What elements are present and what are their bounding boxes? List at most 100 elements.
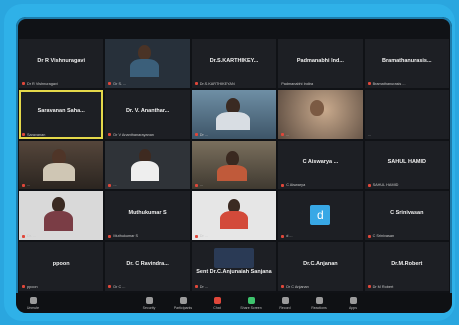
participant-subtitle: ...	[194, 183, 203, 187]
participant-subtitle: ...	[22, 183, 30, 187]
participant-video	[105, 140, 190, 190]
participant-name: Dr. C Ravindra...	[126, 260, 169, 267]
participant-tile[interactable]: Dr S. ...	[105, 39, 190, 88]
participant-tile[interactable]: ...	[278, 89, 363, 139]
participant-tile[interactable]: Bramathanurasis... Bramathanurasis ...	[364, 39, 449, 88]
participant-grid: Dr R Vishnuragavi Dr R Vishnuragavi Dr S…	[19, 39, 449, 291]
participant-subtitle: Dr C ...	[108, 285, 125, 289]
mic-muted-icon	[281, 234, 285, 238]
participant-tile[interactable]: C Srinivasan C Srinivasan	[364, 191, 449, 241]
participant-video	[191, 191, 277, 241]
mic-muted-icon	[108, 133, 112, 137]
mic-muted-icon	[108, 234, 112, 238]
participant-subtitle: C Aiswarya	[281, 183, 305, 187]
mic-muted-icon	[281, 133, 285, 137]
participant-video	[191, 89, 277, 139]
shield-icon	[145, 296, 153, 304]
participant-video	[19, 191, 104, 241]
participant-subtitle: ...	[281, 133, 289, 137]
mic-muted-icon	[194, 82, 198, 86]
participant-tile[interactable]: Muthukumar S Muthukumar S	[105, 191, 190, 241]
mic-muted-icon	[108, 183, 112, 187]
participant-tile[interactable]: Sent Dr.C.Anjunaiah Sanjana Dr ...	[191, 242, 277, 291]
mic-muted-icon	[194, 285, 198, 289]
mic-muted-icon	[194, 133, 198, 137]
participant-subtitle: ...	[108, 183, 117, 187]
participant-subtitle: d ...	[281, 234, 293, 238]
mic-muted-icon	[194, 234, 198, 238]
participant-subtitle: Saravanan	[22, 133, 45, 137]
participant-subtitle: Dr ...	[194, 133, 208, 137]
participant-name: Muthukumar S	[128, 209, 167, 216]
participant-tile[interactable]: Dr R Vishnuragavi Dr R Vishnuragavi	[19, 39, 104, 88]
picture-in-picture-thumb	[213, 248, 254, 269]
participant-tile[interactable]: SAHUL HAMID SAHUL HAMID	[364, 140, 449, 190]
participant-subtitle: Dr ...	[194, 234, 208, 238]
participant-tile-active-speaker[interactable]: Saravanan Saha... Saravanan	[19, 89, 104, 139]
share-screen-button[interactable]: Share Screen	[234, 296, 268, 310]
record-icon	[281, 296, 289, 304]
participant-subtitle: Dr.S.KARTHIKEYAN	[194, 82, 235, 86]
participant-subtitle: Dr S. ...	[108, 82, 126, 86]
participant-name: Dr. V. Ananthar...	[125, 108, 170, 115]
participant-tile[interactable]: d d ...	[278, 191, 363, 241]
participants-button[interactable]: Participants	[166, 296, 200, 310]
participant-tile[interactable]: Dr. ...	[19, 191, 104, 241]
participant-tile[interactable]: Dr ...	[191, 191, 277, 241]
unmute-button[interactable]: Unmute	[16, 296, 50, 310]
mic-muted-icon	[108, 82, 112, 86]
chat-button[interactable]: Chat	[200, 296, 234, 310]
participant-name: Dr.C.Anjanan	[303, 260, 338, 267]
participant-video	[19, 140, 104, 190]
mic-muted-icon	[367, 183, 371, 187]
mic-muted-icon	[367, 82, 371, 86]
reactions-button[interactable]: Reactions	[302, 296, 336, 310]
participant-video	[278, 89, 363, 139]
participant-tile[interactable]: ...	[19, 140, 104, 190]
microphone-icon	[29, 296, 37, 304]
participant-subtitle: Dr M Robert	[367, 285, 393, 289]
mic-muted-icon	[281, 183, 285, 187]
top-bar	[16, 17, 452, 35]
participant-name: Dr.M.Robert	[391, 260, 423, 267]
avatar: d	[310, 204, 331, 225]
participant-subtitle: ...	[367, 132, 371, 137]
tablet-frame: Dr R Vishnuragavi Dr R Vishnuragavi Dr S…	[4, 4, 455, 321]
participant-tile[interactable]: C Aiswarya ... C Aiswarya	[278, 140, 363, 190]
participant-tile[interactable]: ...	[105, 140, 190, 190]
mic-muted-icon	[194, 183, 198, 187]
participant-tile[interactable]: ...	[364, 89, 449, 139]
participant-subtitle: Dr ...	[194, 285, 208, 289]
participant-tile[interactable]: Dr.M.Robert Dr M Robert	[364, 242, 449, 291]
mic-muted-icon	[22, 285, 25, 289]
participant-tile[interactable]: Dr ...	[191, 89, 277, 139]
participant-tile[interactable]: Dr.C.Anjanan Dr C Anjanan	[278, 242, 363, 291]
participant-tile[interactable]: Dr.S.KARTHIKEY... Dr.S.KARTHIKEYAN	[191, 39, 277, 88]
participant-video	[105, 39, 190, 88]
participant-name: Dr R Vishnuragavi	[37, 57, 85, 64]
participant-tile[interactable]: ppoon ppoon	[19, 242, 104, 291]
participant-video	[364, 89, 449, 139]
mic-muted-icon	[22, 183, 25, 187]
participant-name: Bramathanurasis...	[382, 57, 432, 64]
apps-icon	[349, 296, 357, 304]
participant-subtitle: Padmanabhi Indira	[281, 81, 314, 86]
mic-muted-icon	[108, 285, 112, 289]
participant-subtitle: Muthukumar S	[108, 234, 138, 238]
participant-name: C Srinivasan	[390, 209, 424, 216]
security-button[interactable]: Security	[132, 296, 166, 310]
participant-tile[interactable]: Padmanabhi Ind... Padmanabhi Indira	[278, 39, 363, 88]
share-screen-icon	[247, 296, 255, 304]
participant-video	[191, 140, 277, 190]
participant-tile[interactable]: Dr. C Ravindra... Dr C ...	[105, 242, 190, 291]
participant-tile[interactable]: Dr. V. Ananthar... Dr V Ananthanarayanan	[105, 89, 190, 139]
mic-muted-icon	[367, 285, 371, 289]
participant-tile[interactable]: ...	[191, 140, 277, 190]
participant-name: Sent Dr.C.Anjunaiah Sanjana	[196, 269, 272, 276]
participant-subtitle: Dr C Anjanan	[281, 285, 309, 289]
record-button[interactable]: Record	[268, 296, 302, 310]
mic-muted-icon	[367, 234, 371, 238]
apps-button[interactable]: Apps	[336, 296, 370, 310]
participant-subtitle: Dr V Ananthanarayanan	[108, 133, 154, 137]
meeting-screen: Dr R Vishnuragavi Dr R Vishnuragavi Dr S…	[16, 17, 452, 313]
